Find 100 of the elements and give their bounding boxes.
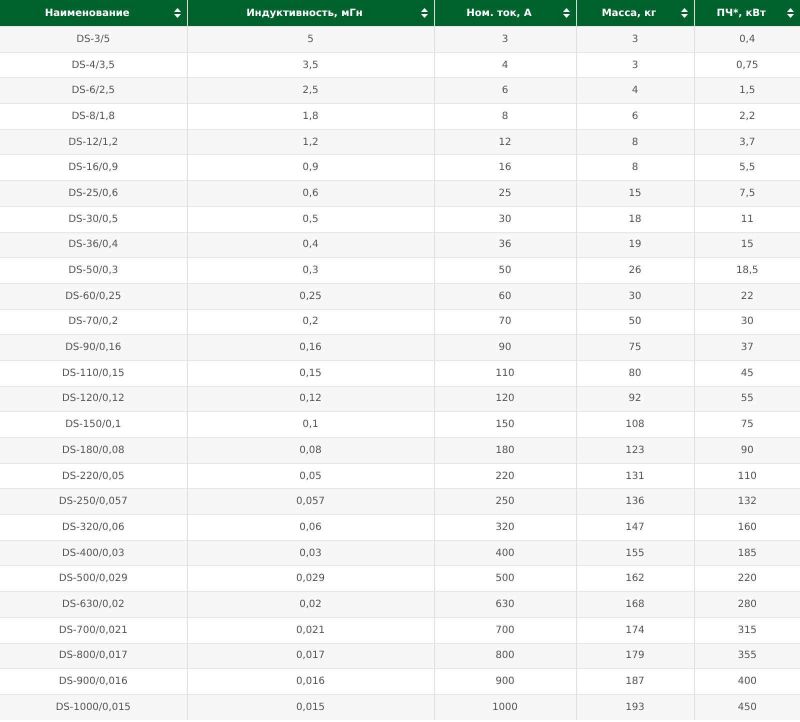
table-cell: 0,015 [187,694,434,720]
table-cell: 15 [576,180,694,206]
table-cell: 180 [434,438,576,464]
table-cell: DS-180/0,08 [0,438,187,464]
table-cell: 131 [576,463,694,489]
table-cell: 315 [694,617,800,643]
table-cell: DS-6/2,5 [0,78,187,104]
table-cell: 450 [694,694,800,720]
table-cell: 30 [434,206,576,232]
table-cell: DS-150/0,1 [0,412,187,438]
table-cell: DS-60/0,25 [0,283,187,310]
table-cell: DS-25/0,6 [0,180,187,206]
table-cell: 6 [434,78,576,104]
table-cell: 15 [694,232,800,258]
table-cell: 36 [434,232,576,258]
table-cell: 3 [576,26,694,52]
table-cell: 16 [434,154,576,181]
table-cell: 18,5 [694,258,800,284]
table-cell: DS-120/0,12 [0,386,187,412]
table-cell: 179 [576,643,694,669]
table-cell: 1,5 [694,78,800,104]
table-cell: 1000 [434,694,576,720]
table-cell: 0,9 [187,154,434,181]
table-cell: DS-30/0,5 [0,206,187,232]
table-cell: 174 [576,617,694,643]
table-cell: 8 [576,154,694,181]
table-cell: 160 [694,514,800,540]
table-cell: 6 [576,104,694,130]
table-cell: 1,2 [187,129,434,155]
table-cell: 0,3 [187,258,434,284]
table-cell: 1,8 [187,104,434,130]
sort-icon [787,8,794,18]
table-cell: 50 [434,258,576,284]
table-cell: 60 [434,283,576,310]
table-cell: DS-400/0,03 [0,540,187,566]
column-header[interactable]: Индуктивность, мГн [187,0,434,26]
table-cell: DS-12/1,2 [0,129,187,155]
table-cell: 70 [434,309,576,335]
table-cell: 4 [434,52,576,78]
table-cell: 108 [576,412,694,438]
table-cell: DS-800/0,017 [0,643,187,669]
table-cell: 0,03 [187,540,434,566]
table-cell: 92 [576,386,694,412]
table-cell: 37 [694,334,800,360]
table-cell: 136 [576,488,694,515]
table-cell: 2,5 [187,78,434,104]
sort-icon [420,8,428,18]
table-cell: 90 [694,438,800,464]
table-cell: 155 [576,540,694,566]
table-cell: 5,5 [694,154,800,181]
table-cell: DS-1000/0,015 [0,694,187,720]
table-cell: 250 [434,488,576,515]
table-cell: 8 [576,129,694,155]
table-cell: 0,4 [187,232,434,258]
table-cell: 0,75 [694,52,800,78]
table-cell: 3,7 [694,129,800,155]
table-cell: 185 [694,540,800,566]
table-cell: 120 [434,386,576,412]
table-cell: DS-110/0,15 [0,360,187,386]
table-cell: 193 [576,694,694,720]
table-cell: 220 [694,566,800,592]
table-cell: 280 [694,592,800,618]
table-cell: 0,2 [187,309,434,335]
table-cell: 187 [576,668,694,694]
table-cell: 30 [576,283,694,310]
table-cell: 12 [434,129,576,155]
table-cell: 0,08 [187,438,434,464]
table-cell: 11 [694,206,800,232]
sort-icon [174,8,180,18]
table-cell: DS-4/3,5 [0,52,187,78]
table-cell: 900 [434,668,576,694]
table-cell: 0,12 [187,386,434,412]
table-cell: DS-16/0,9 [0,154,187,181]
table-cell: 0,057 [187,488,434,515]
table-cell: 5 [187,26,434,52]
table-cell: DS-500/0,029 [0,566,187,592]
table-cell: 110 [694,463,800,489]
column-header[interactable]: ПЧ*, кВт [694,0,800,26]
table-cell: DS-250/0,057 [0,488,187,515]
table-cell: 30 [694,309,800,335]
column-header[interactable]: Наименование [0,0,187,26]
table-cell: 4 [576,78,694,104]
table-cell: 25 [434,180,576,206]
table-cell: 75 [694,412,800,438]
sort-icon [680,8,688,18]
table-cell: DS-50/0,3 [0,258,187,284]
table-cell: DS-70/0,2 [0,309,187,335]
table-cell: 0,4 [694,26,800,52]
table-cell: DS-630/0,02 [0,592,187,618]
table-cell: 45 [694,360,800,386]
table-cell: 90 [434,334,576,360]
column-header[interactable]: Ном. ток, А [434,0,576,26]
table-cell: 0,5 [187,206,434,232]
table-cell: DS-3/5 [0,26,187,52]
table-cell: 3,5 [187,52,434,78]
table-cell: 0,021 [187,617,434,643]
column-header[interactable]: Масса, кг [576,0,694,26]
table-cell: 132 [694,488,800,515]
table-cell: 19 [576,232,694,258]
table-cell: 26 [576,258,694,284]
